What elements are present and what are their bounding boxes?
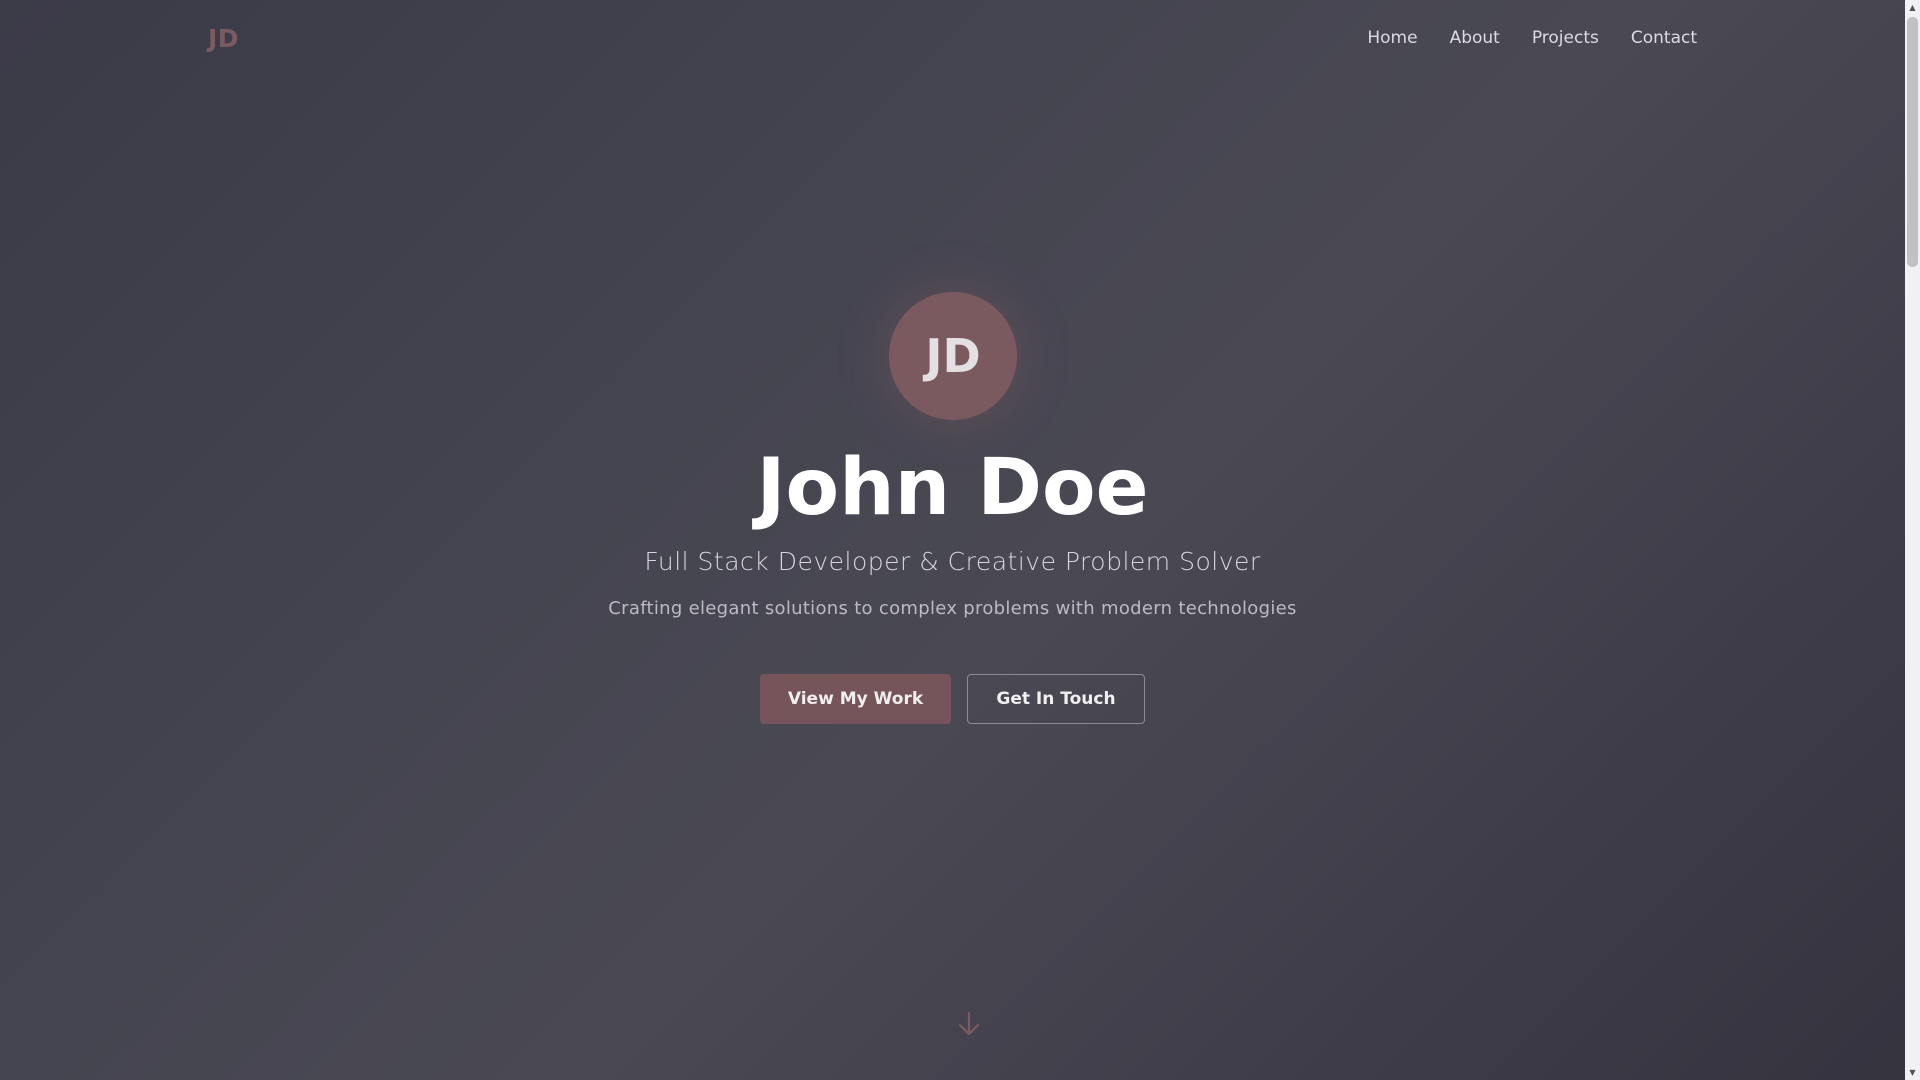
avatar: JD — [889, 292, 1017, 420]
scrollbar-thumb[interactable] — [1907, 17, 1918, 267]
scroll-down-arrow-icon[interactable]: ▼ — [1905, 1065, 1920, 1080]
page: JD Home About Projects Contact JD John D… — [0, 0, 1905, 1080]
arrow-down-icon[interactable] — [955, 1010, 983, 1038]
hero-name: John Doe — [756, 443, 1149, 533]
vertical-scrollbar[interactable]: ▲ ▼ — [1905, 0, 1920, 1080]
view-my-work-button[interactable]: View My Work — [760, 674, 951, 724]
get-in-touch-button[interactable]: Get In Touch — [967, 674, 1145, 724]
hero-tagline: Full Stack Developer & Creative Problem … — [644, 547, 1261, 576]
scroll-up-arrow-icon[interactable]: ▲ — [1905, 0, 1920, 15]
hero-subtitle: Crafting elegant solutions to complex pr… — [608, 598, 1297, 619]
hero-section: JD John Doe Full Stack Developer & Creat… — [0, 0, 1905, 1080]
